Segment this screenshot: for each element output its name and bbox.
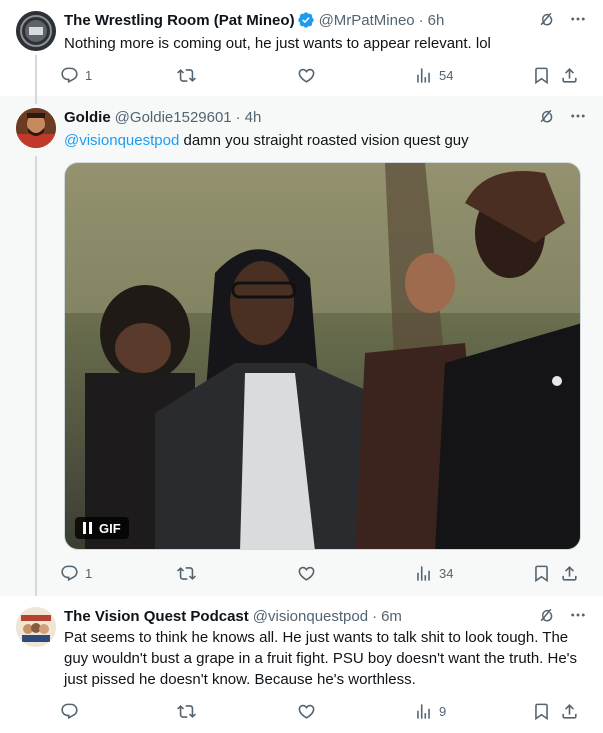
share-icon: [560, 66, 579, 85]
views-count: 9: [439, 703, 447, 719]
thread-line: [35, 96, 37, 104]
tweet-wrestling-room[interactable]: The Wrestling Room (Pat Mineo) @MrPatMin…: [0, 0, 603, 96]
bookmark-icon: [532, 702, 551, 721]
views-button[interactable]: 9: [414, 699, 446, 723]
display-name[interactable]: The Vision Quest Podcast: [64, 608, 249, 625]
separator-dot: ·: [235, 108, 241, 126]
share-icon: [560, 702, 579, 721]
bookmark-icon: [532, 66, 551, 85]
share-button[interactable]: [560, 561, 579, 585]
gif-image: [65, 163, 580, 549]
bookmark-button[interactable]: [532, 63, 551, 87]
retweet-icon: [177, 702, 196, 721]
grok-icon[interactable]: [537, 107, 555, 125]
more-icon[interactable]: [569, 606, 587, 624]
goldie-avatar: [16, 108, 56, 148]
reply-count: 1: [85, 565, 93, 581]
reply-button[interactable]: 1: [60, 63, 92, 87]
display-name[interactable]: Goldie: [64, 109, 111, 126]
tweet-header: The Wrestling Room (Pat Mineo) @MrPatMin…: [64, 10, 587, 30]
tweet-goldie[interactable]: Goldie @Goldie1529601 · 4h @visionquestp…: [0, 96, 603, 596]
tweet-text-body: damn you straight roasted vision quest g…: [179, 132, 469, 149]
views-icon: [414, 702, 433, 721]
timestamp[interactable]: 6h: [428, 12, 445, 29]
action-bar: 1 54: [60, 63, 585, 87]
gif-label: GIF: [99, 520, 121, 536]
tweet-text: Nothing more is coming out, he just want…: [64, 35, 491, 52]
tweet-text: Pat seems to think he knows all. He just…: [64, 629, 578, 688]
reply-icon: [60, 66, 79, 85]
bookmark-button[interactable]: [532, 699, 551, 723]
separator-dot: ·: [418, 11, 424, 29]
timestamp[interactable]: 6m: [381, 608, 402, 625]
action-bar: 9: [60, 699, 585, 723]
thread-line: [35, 55, 37, 96]
wrestling-room-logo: [16, 11, 56, 51]
handle[interactable]: @Goldie1529601: [115, 109, 232, 126]
share-button[interactable]: [560, 699, 579, 723]
like-icon: [297, 66, 316, 85]
like-icon: [297, 702, 316, 721]
pause-icon: [83, 522, 92, 534]
retweet-icon: [177, 564, 196, 583]
reply-count: 1: [85, 67, 93, 83]
avatar[interactable]: [16, 108, 56, 148]
retweet-button[interactable]: [177, 561, 196, 585]
tweet-header: Goldie @Goldie1529601 · 4h: [64, 107, 587, 127]
reply-icon: [60, 564, 79, 583]
grok-icon[interactable]: [537, 10, 555, 28]
tweet-header: The Vision Quest Podcast @visionquestpod…: [64, 606, 587, 626]
separator-dot: ·: [372, 607, 378, 625]
timestamp[interactable]: 4h: [245, 109, 262, 126]
more-icon[interactable]: [569, 107, 587, 125]
grok-icon[interactable]: [537, 606, 555, 624]
gif-badge[interactable]: GIF: [75, 517, 129, 539]
tweet-text: @visionquestpod damn you straight roaste…: [64, 130, 583, 151]
handle[interactable]: @MrPatMineo: [319, 12, 415, 29]
handle[interactable]: @visionquestpod: [253, 608, 368, 625]
verified-icon: [297, 11, 315, 29]
thread-line: [35, 156, 37, 596]
share-button[interactable]: [560, 63, 579, 87]
retweet-button[interactable]: [177, 699, 196, 723]
gif-media[interactable]: GIF: [64, 162, 581, 550]
bookmark-icon: [532, 564, 551, 583]
views-icon: [414, 564, 433, 583]
reply-icon: [60, 702, 79, 721]
views-count: 54: [439, 67, 454, 83]
reply-button[interactable]: 1: [60, 561, 92, 585]
views-icon: [414, 66, 433, 85]
reply-button[interactable]: [60, 699, 85, 723]
more-icon[interactable]: [569, 10, 587, 28]
mention-link[interactable]: @visionquestpod: [64, 132, 179, 149]
retweet-button[interactable]: [177, 63, 196, 87]
action-bar: 1 34: [60, 561, 585, 585]
vision-quest-avatar: [16, 607, 56, 647]
tweet-vision-quest[interactable]: The Vision Quest Podcast @visionquestpod…: [0, 596, 603, 733]
retweet-icon: [177, 66, 196, 85]
like-button[interactable]: [297, 63, 316, 87]
display-name[interactable]: The Wrestling Room (Pat Mineo): [64, 12, 295, 29]
like-icon: [297, 564, 316, 583]
avatar[interactable]: [16, 607, 56, 647]
like-button[interactable]: [297, 699, 316, 723]
views-button[interactable]: 34: [414, 561, 453, 585]
bookmark-button[interactable]: [532, 561, 551, 585]
share-icon: [560, 564, 579, 583]
views-button[interactable]: 54: [414, 63, 453, 87]
like-button[interactable]: [297, 561, 316, 585]
avatar[interactable]: [16, 11, 56, 51]
views-count: 34: [439, 565, 454, 581]
